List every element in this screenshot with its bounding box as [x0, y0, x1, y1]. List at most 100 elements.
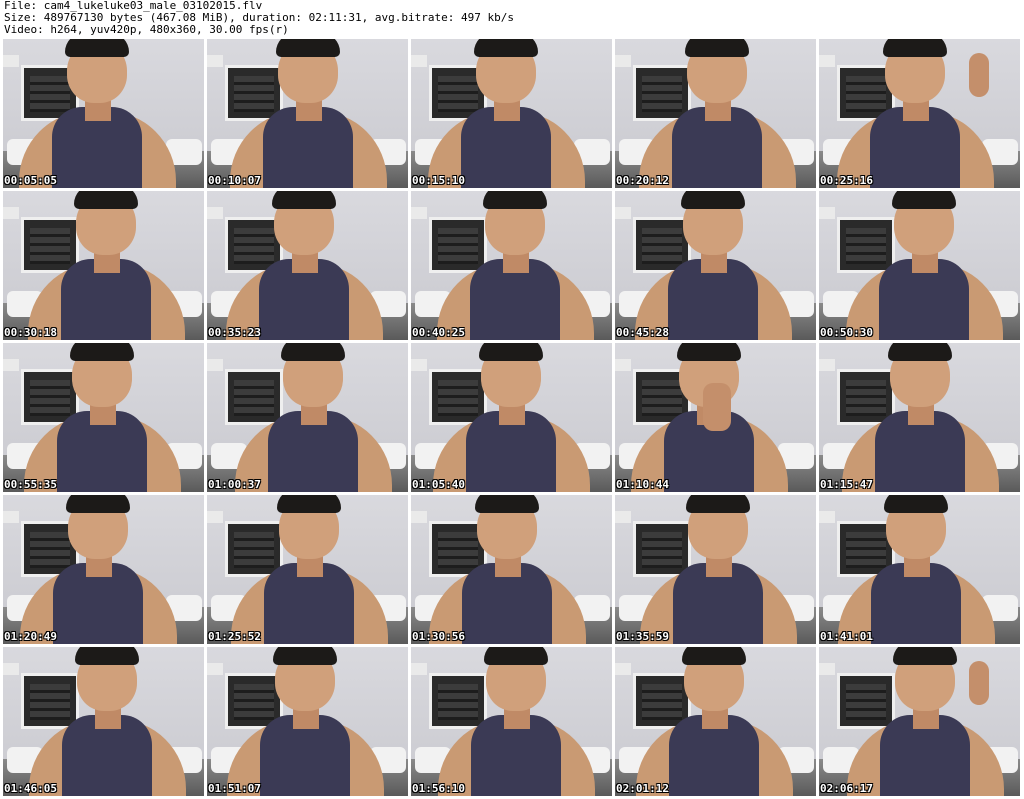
air-conditioner [3, 207, 19, 219]
air-conditioner [207, 359, 223, 371]
video-thumbnail: 00:30:18 [3, 191, 204, 340]
video-thumbnail: 01:30:56 [411, 495, 612, 644]
window [837, 217, 895, 273]
person-hair [682, 647, 746, 665]
timestamp-label: 01:20:49 [4, 630, 57, 643]
video-thumbnail: 00:40:25 [411, 191, 612, 340]
person-hair [483, 191, 547, 209]
window [429, 673, 487, 729]
person-hair [681, 191, 745, 209]
timestamp-label: 01:15:47 [820, 478, 873, 491]
raised-hand [703, 383, 731, 431]
window [429, 217, 487, 273]
person-hair [74, 191, 138, 209]
video-thumbnail: 01:10:44 [615, 343, 816, 492]
air-conditioner [615, 207, 631, 219]
video-thumbnail: 00:20:12 [615, 39, 816, 188]
air-conditioner [207, 207, 223, 219]
person-hair [892, 191, 956, 209]
video-thumbnail: 01:46:05 [3, 647, 204, 796]
air-conditioner [615, 55, 631, 67]
person-hair [75, 647, 139, 665]
thumbnail-grid: 00:05:05 00:10:07 00:15:10 00:20:12 00:25:16… [3, 39, 1023, 797]
video-thumbnail: 01:41:01 [819, 495, 1020, 644]
person-hair [479, 343, 543, 361]
person-hair [276, 39, 340, 57]
video-thumbnail: 01:00:37 [207, 343, 408, 492]
air-conditioner [3, 663, 19, 675]
timestamp-label: 02:01:12 [616, 782, 669, 795]
video-thumbnail: 01:20:49 [3, 495, 204, 644]
air-conditioner [411, 663, 427, 675]
air-conditioner [819, 207, 835, 219]
window [633, 521, 691, 577]
window [837, 673, 895, 729]
raised-hand [969, 661, 989, 705]
air-conditioner [207, 663, 223, 675]
air-conditioner [819, 55, 835, 67]
air-conditioner [615, 359, 631, 371]
video-thumbnail: 00:15:10 [411, 39, 612, 188]
person-hair [474, 39, 538, 57]
video-thumbnail: 01:05:40 [411, 343, 612, 492]
video-thumbnail: 01:51:07 [207, 647, 408, 796]
air-conditioner [3, 511, 19, 523]
timestamp-label: 01:25:52 [208, 630, 261, 643]
person-hair [884, 495, 948, 513]
air-conditioner [3, 359, 19, 371]
person-hair [883, 39, 947, 57]
air-conditioner [411, 55, 427, 67]
video-thumbnail: 02:01:12 [615, 647, 816, 796]
video-thumbnail: 00:55:35 [3, 343, 204, 492]
timestamp-label: 02:06:17 [820, 782, 873, 795]
timestamp-label: 01:10:44 [616, 478, 669, 491]
timestamp-label: 01:51:07 [208, 782, 261, 795]
video-thumbnail: 01:15:47 [819, 343, 1020, 492]
person-hair [65, 39, 129, 57]
timestamp-label: 01:46:05 [4, 782, 57, 795]
timestamp-label: 01:05:40 [412, 478, 465, 491]
timestamp-label: 00:25:16 [820, 174, 873, 187]
video-thumbnail: 00:05:05 [3, 39, 204, 188]
window [21, 217, 79, 273]
timestamp-label: 00:05:05 [4, 174, 57, 187]
window [225, 369, 283, 425]
air-conditioner [819, 663, 835, 675]
air-conditioner [615, 511, 631, 523]
video-info-line: Video: h264, yuv420p, 480x360, 30.00 fps… [4, 23, 289, 36]
person-hair [273, 647, 337, 665]
person-hair [272, 191, 336, 209]
air-conditioner [819, 511, 835, 523]
video-thumbnail: 02:06:17 [819, 647, 1020, 796]
window [21, 673, 79, 729]
air-conditioner [3, 55, 19, 67]
air-conditioner [411, 359, 427, 371]
air-conditioner [615, 663, 631, 675]
timestamp-label: 00:15:10 [412, 174, 465, 187]
air-conditioner [207, 511, 223, 523]
air-conditioner [207, 55, 223, 67]
video-thumbnail: 01:25:52 [207, 495, 408, 644]
timestamp-label: 01:56:10 [412, 782, 465, 795]
timestamp-label: 00:10:07 [208, 174, 261, 187]
timestamp-label: 00:45:28 [616, 326, 669, 339]
timestamp-label: 01:41:01 [820, 630, 873, 643]
person-hair [685, 39, 749, 57]
video-thumbnail: 01:56:10 [411, 647, 612, 796]
person-hair [893, 647, 957, 665]
person-hair [281, 343, 345, 361]
person-hair [70, 343, 134, 361]
person-hair [277, 495, 341, 513]
air-conditioner [411, 207, 427, 219]
timestamp-label: 00:30:18 [4, 326, 57, 339]
timestamp-label: 00:55:35 [4, 478, 57, 491]
person-hair [677, 343, 741, 361]
timestamp-label: 00:40:25 [412, 326, 465, 339]
video-thumbnail: 01:35:59 [615, 495, 816, 644]
timestamp-label: 01:35:59 [616, 630, 669, 643]
air-conditioner [411, 511, 427, 523]
timestamp-label: 00:50:30 [820, 326, 873, 339]
person-hair [686, 495, 750, 513]
video-thumbnail: 00:10:07 [207, 39, 408, 188]
air-conditioner [819, 359, 835, 371]
